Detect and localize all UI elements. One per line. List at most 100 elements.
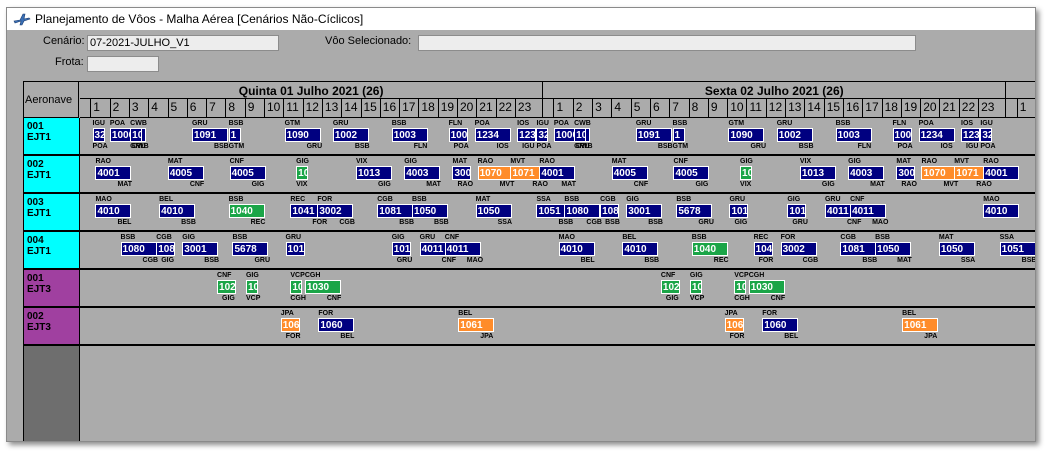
flight-bar[interactable]: 4003 <box>404 166 441 180</box>
aircraft-label[interactable]: 003 EJT1 <box>24 194 80 230</box>
flight-bar[interactable]: 101 <box>285 242 305 256</box>
flight-bar[interactable]: 1002 <box>332 128 369 142</box>
flight-bar[interactable]: 4011 <box>444 242 481 256</box>
flight-bar[interactable]: 4010 <box>159 204 196 218</box>
flight-bar[interactable]: 1003 <box>835 128 872 142</box>
flight-bar[interactable]: 101 <box>391 242 411 256</box>
flight-bar[interactable]: 1013 <box>799 166 836 180</box>
flight-bar[interactable]: 1 <box>672 128 685 142</box>
flight-bar[interactable]: 10 <box>245 280 258 294</box>
flight-bar[interactable]: 1080 <box>564 204 601 218</box>
flight-bar[interactable]: 4010 <box>558 242 595 256</box>
flight-bar[interactable]: 4001 <box>95 166 132 180</box>
flight-bar[interactable]: 1040 <box>228 204 265 218</box>
flight-bar[interactable]: 1003 <box>391 128 428 142</box>
flight-bar[interactable]: 1013 <box>355 166 392 180</box>
flight-bar[interactable]: 4001 <box>539 166 576 180</box>
flight-bar[interactable]: 1 <box>228 128 241 142</box>
flight-bar[interactable]: 1070 <box>477 166 514 180</box>
flight-bar[interactable]: 102 <box>217 280 237 294</box>
flight-bar[interactable]: 1234 <box>474 128 511 142</box>
flight-bar[interactable]: 1060 <box>318 318 355 332</box>
flight-bar[interactable]: 3001 <box>626 204 663 218</box>
flight-bar[interactable]: 100 <box>448 128 468 142</box>
flight-bar[interactable]: 106 <box>280 318 300 332</box>
flight-bar[interactable]: 123 <box>517 128 537 142</box>
scenario-label: Cenário: <box>43 35 85 47</box>
flight-bar[interactable]: 4001 <box>983 166 1020 180</box>
flight-bar[interactable]: 101 <box>729 204 749 218</box>
flight-bar[interactable]: 4010 <box>983 204 1020 218</box>
flight-bar[interactable]: 1090 <box>284 128 321 142</box>
flight-bar[interactable]: 10 <box>734 280 747 294</box>
flight-bar[interactable]: 1051 <box>999 242 1035 256</box>
scenario-field[interactable]: 07-2021-JULHO_V1 <box>87 35 279 51</box>
flight-bar[interactable]: 1090 <box>728 128 765 142</box>
aircraft-label[interactable]: 001 EJT3 <box>24 270 80 306</box>
aircraft-label[interactable]: 002 EJT3 <box>24 308 80 344</box>
flight-bar[interactable]: 10 <box>296 166 309 180</box>
flight-bar[interactable]: 1060 <box>762 318 799 332</box>
aircraft-label[interactable]: 004 EJT1 <box>24 232 80 268</box>
flight-bar[interactable]: 1050 <box>938 242 975 256</box>
flight-bar[interactable]: 4011 <box>850 204 887 218</box>
flight-bar[interactable]: 1081 <box>377 204 414 218</box>
destination-airport: CNF <box>441 257 457 264</box>
flight-bar[interactable]: 4005 <box>611 166 648 180</box>
flight-bar[interactable]: 4003 <box>848 166 885 180</box>
flight-bar[interactable]: 3002 <box>780 242 817 256</box>
flight-bar[interactable]: 106 <box>724 318 744 332</box>
flight-bar[interactable]: 101 <box>787 204 807 218</box>
flight-bar[interactable]: 10 <box>689 280 702 294</box>
flight-bar[interactable]: 300 <box>896 166 916 180</box>
flight-bar[interactable]: 3002 <box>317 204 354 218</box>
hour-tick: 20 <box>920 99 939 118</box>
flight-bar[interactable]: 1070 <box>921 166 958 180</box>
aircraft-label[interactable]: 002 EJT1 <box>24 156 80 192</box>
flight-bar[interactable]: 1030 <box>304 280 341 294</box>
flight-bar[interactable]: 100 <box>892 128 912 142</box>
flight-bar[interactable]: 4005 <box>167 166 204 180</box>
flight-bar[interactable]: 1030 <box>748 280 785 294</box>
destination-airport: GRU <box>574 143 590 150</box>
flight-bar[interactable]: 32 <box>536 128 549 142</box>
flight-bar[interactable]: 4005 <box>673 166 710 180</box>
flight-bar[interactable]: 5678 <box>676 204 713 218</box>
flight-bar[interactable]: 3001 <box>182 242 219 256</box>
flight-bar[interactable]: 4005 <box>229 166 266 180</box>
flight-bar[interactable]: 4010 <box>95 204 132 218</box>
flight-bar[interactable]: 1061 <box>458 318 495 332</box>
selected-flight-field[interactable] <box>418 35 916 51</box>
flight-bar[interactable]: 102 <box>660 280 680 294</box>
flight-bar[interactable]: 32 <box>980 128 993 142</box>
flight-bar[interactable]: 108 <box>156 242 176 256</box>
flight-bar[interactable]: 1050 <box>475 204 512 218</box>
flight-bar[interactable]: 10 <box>574 128 587 142</box>
flight-bar[interactable]: 300 <box>452 166 472 180</box>
flight-bar[interactable]: 123 <box>961 128 981 142</box>
origin-airport: FLN <box>448 120 463 127</box>
flight-bar[interactable]: 10 <box>130 128 143 142</box>
flight-bar[interactable]: 104 <box>753 242 773 256</box>
flight-bar[interactable]: 5678 <box>232 242 269 256</box>
flight-bar[interactable]: 1080 <box>120 242 157 256</box>
flight-bar[interactable]: 1091 <box>635 128 672 142</box>
flight-bar[interactable]: 1061 <box>902 318 939 332</box>
flight-bar[interactable]: 1050 <box>411 204 448 218</box>
flight-bar[interactable]: 1091 <box>191 128 228 142</box>
flight-bar[interactable]: 10 <box>290 280 303 294</box>
flight-bar[interactable]: 1081 <box>840 242 877 256</box>
destination-airport: REC <box>250 219 266 226</box>
flight-bar[interactable]: 108 <box>600 204 620 218</box>
flight-bar[interactable]: 4010 <box>622 242 659 256</box>
flight-bar[interactable]: 32 <box>92 128 105 142</box>
fleet-field[interactable] <box>87 56 159 72</box>
flight-bar[interactable]: 1040 <box>691 242 728 256</box>
flight-bar[interactable]: 1234 <box>918 128 955 142</box>
flight-bar[interactable]: 1050 <box>875 242 912 256</box>
hour-tick: 18 <box>881 99 901 118</box>
flight-bar[interactable]: 10 <box>740 166 753 180</box>
destination-airport: IOS <box>496 143 509 150</box>
aircraft-label[interactable]: 001 EJT1 <box>24 118 80 154</box>
flight-bar[interactable]: 1002 <box>776 128 813 142</box>
